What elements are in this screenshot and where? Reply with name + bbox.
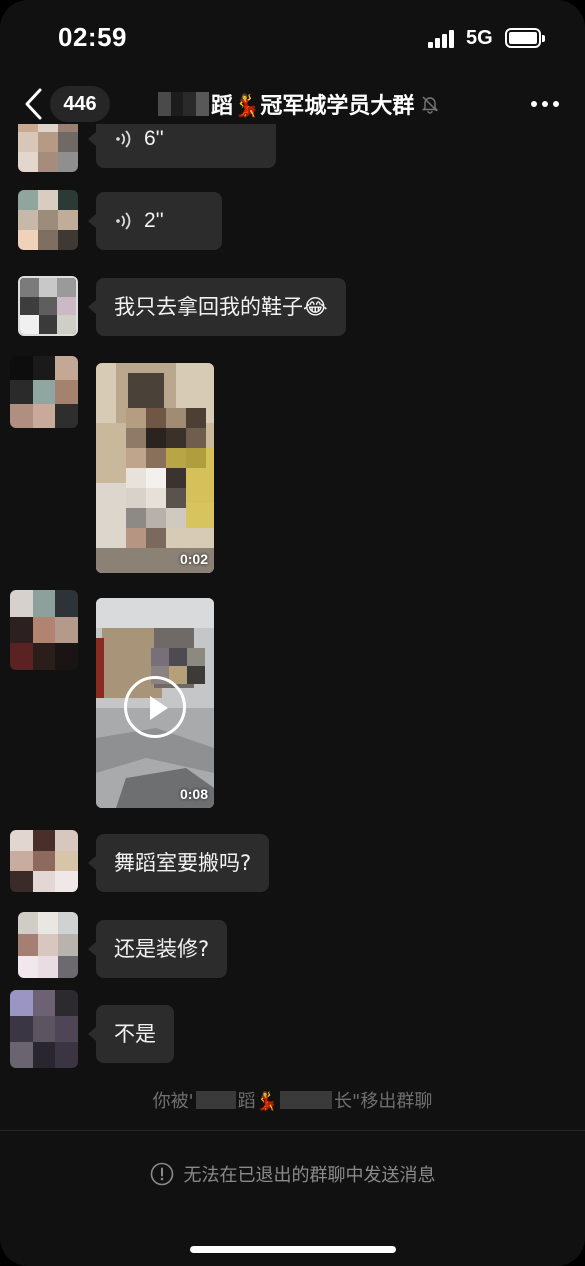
- video-duration: 0:08: [179, 786, 208, 802]
- sender-avatar[interactable]: [18, 276, 78, 336]
- sender-avatar[interactable]: [18, 912, 78, 978]
- voice-wave-icon: [116, 130, 131, 148]
- video-thumbnail: [96, 363, 214, 573]
- unread-count-badge[interactable]: 446: [50, 86, 110, 122]
- footer-notice-text: 无法在已退出的群聊中发送消息: [183, 1165, 436, 1186]
- footer-divider: [0, 1130, 585, 1131]
- text-message[interactable]: 不是: [88, 1005, 174, 1063]
- back-button[interactable]: [22, 86, 46, 122]
- exited-group-notice: 无法在已退出的群聊中发送消息: [0, 1158, 585, 1190]
- chevron-left-icon: [25, 88, 42, 120]
- voice-message[interactable]: 6'': [88, 124, 276, 168]
- signal-icon: [428, 30, 456, 48]
- voice-message[interactable]: 2'': [88, 192, 222, 250]
- group-title-text: 蹈💃冠军城学员大群: [211, 94, 415, 119]
- voice-duration: 6'': [144, 127, 164, 150]
- text-message[interactable]: 我只去拿回我的鞋子😂: [88, 278, 346, 336]
- redacted-block: [145, 92, 209, 116]
- voice-duration: 2'': [144, 209, 164, 232]
- home-indicator[interactable]: [190, 1246, 396, 1253]
- system-notice: 你被' 蹈💃 长"移出群聊: [0, 1086, 585, 1114]
- bell-muted-icon: [422, 96, 439, 114]
- voice-wave-icon: [116, 212, 131, 230]
- video-duration: 0:02: [179, 551, 208, 567]
- redacted-block: [280, 1091, 333, 1109]
- system-notice-middle: 蹈💃: [237, 1091, 279, 1112]
- sender-avatar[interactable]: [10, 590, 78, 670]
- system-notice-prefix: 你被': [152, 1091, 194, 1112]
- message-list[interactable]: 6'' 2'' 我只去拿回我的鞋子😂 0:02 0:08 舞蹈室要搬吗? 还是装…: [0, 124, 585, 1126]
- sender-avatar[interactable]: [10, 830, 78, 892]
- battery-icon: [505, 28, 545, 48]
- more-options-button[interactable]: [530, 94, 560, 114]
- info-icon: [150, 1162, 173, 1186]
- text-message[interactable]: 还是装修?: [87, 920, 228, 978]
- sender-avatar[interactable]: [18, 124, 78, 172]
- system-notice-suffix: 长"移出群聊: [334, 1091, 433, 1112]
- network-label: 5G: [466, 27, 493, 49]
- more-dots-icon: [531, 101, 559, 107]
- redacted-block: [195, 1091, 236, 1109]
- status-time: 02:59: [58, 22, 127, 52]
- group-title[interactable]: 蹈💃冠军城学员大群: [145, 84, 440, 124]
- sender-avatar[interactable]: [10, 356, 78, 428]
- text-message[interactable]: 舞蹈室要搬吗?: [87, 834, 270, 892]
- sender-avatar[interactable]: [18, 190, 78, 250]
- video-message[interactable]: 0:08: [96, 598, 214, 808]
- play-icon[interactable]: [124, 676, 186, 738]
- sender-avatar[interactable]: [10, 990, 78, 1068]
- chat-screen: 02:59 5G 446 蹈💃冠军城学员大群 6'' 2'' 我只去拿回我的鞋子…: [0, 0, 585, 1266]
- video-message[interactable]: 0:02: [96, 363, 214, 573]
